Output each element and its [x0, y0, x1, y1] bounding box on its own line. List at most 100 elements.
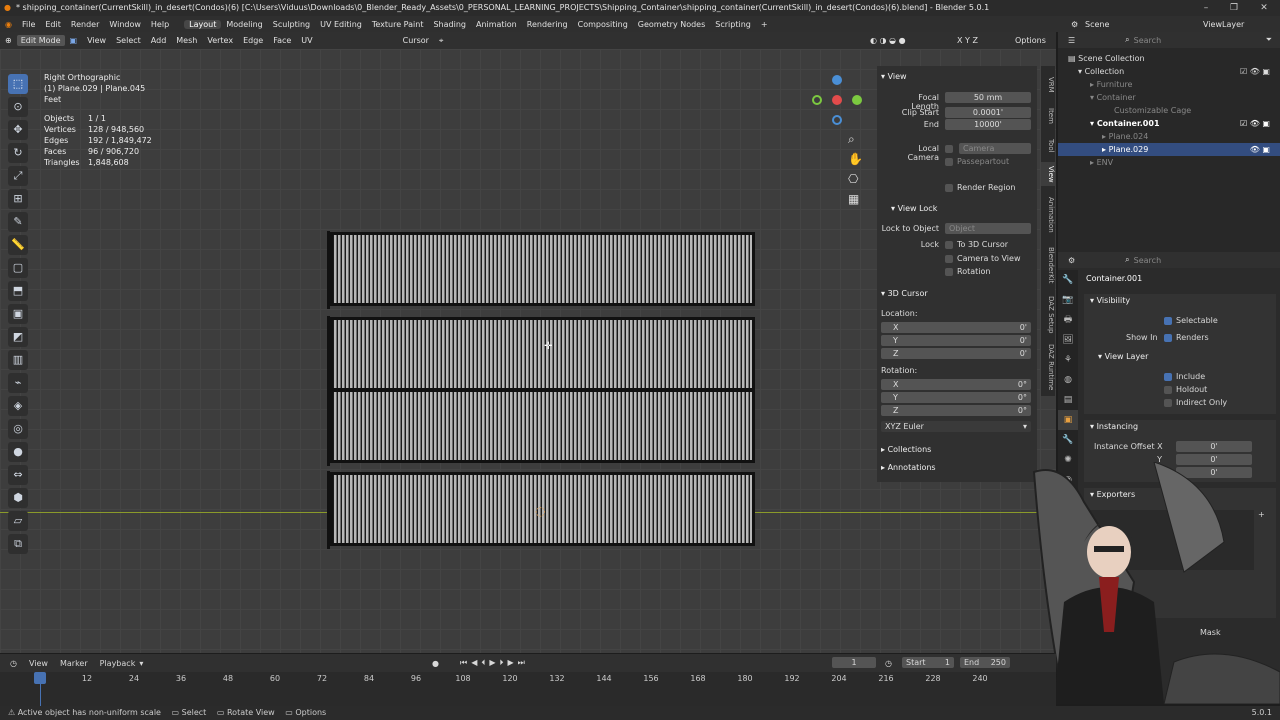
- container-row-2[interactable]: [327, 316, 755, 394]
- rip-icon[interactable]: ⧉: [8, 534, 28, 554]
- properties-search-input[interactable]: Search: [1134, 256, 1161, 265]
- container-row-3[interactable]: [327, 388, 755, 466]
- zoom-icon[interactable]: ⌕: [848, 129, 862, 149]
- object-tab-icon[interactable]: ▣: [1058, 410, 1078, 430]
- cursor-location-y[interactable]: Y 0': [881, 335, 1031, 346]
- tab-modeling[interactable]: Modeling: [221, 20, 267, 29]
- view-layer-tab-icon[interactable]: 🖼: [1058, 330, 1078, 350]
- instance-offset-x-field[interactable]: 0': [1176, 441, 1252, 452]
- gizmo-neg-y-icon[interactable]: [812, 95, 822, 105]
- lock-rotation-checkbox[interactable]: Rotation: [945, 267, 990, 276]
- tab-animation[interactable]: Animation: [1041, 192, 1055, 238]
- pan-hand-icon[interactable]: ✋: [848, 149, 863, 169]
- camera-field[interactable]: Camera: [959, 143, 1031, 154]
- move-icon[interactable]: ✥: [8, 120, 28, 140]
- timeline-marker-menu[interactable]: Marker: [60, 659, 88, 668]
- keyframe-record-icon[interactable]: ●: [432, 659, 439, 668]
- close-button[interactable]: ✕: [1250, 0, 1278, 16]
- outliner-row[interactable]: ▸ Plane.024: [1058, 130, 1280, 143]
- collection-tab-icon[interactable]: ▤: [1058, 390, 1078, 410]
- cursor-rotation-x[interactable]: X 0°: [881, 379, 1031, 390]
- tool-tab-icon[interactable]: 🔧: [1058, 270, 1078, 290]
- selectable-checkbox[interactable]: Selectable: [1164, 316, 1218, 325]
- outliner-row-selected[interactable]: ▸ Plane.029 👁 ▣: [1058, 143, 1280, 156]
- outliner-search-input[interactable]: Search: [1134, 36, 1161, 45]
- gizmo-y-icon[interactable]: [852, 95, 862, 105]
- measure-icon[interactable]: 📏: [8, 235, 28, 255]
- lock-object-field[interactable]: Object: [945, 223, 1031, 234]
- spin-icon[interactable]: ◎: [8, 419, 28, 439]
- visibility-eye-icon[interactable]: ☑ 👁 ▣: [1240, 117, 1270, 130]
- cursor-rotation-y[interactable]: Y 0°: [881, 392, 1031, 403]
- tab-rendering[interactable]: Rendering: [522, 20, 573, 29]
- mode-selector[interactable]: Edit Mode: [16, 35, 65, 46]
- gizmo-z-icon[interactable]: [832, 75, 842, 85]
- menu-uv[interactable]: UV: [296, 36, 317, 45]
- outliner-row[interactable]: ▾ Container.001 ☑ 👁 ▣: [1058, 117, 1280, 130]
- camera-to-view-checkbox[interactable]: Camera to View: [945, 254, 1021, 263]
- options-menu[interactable]: Options: [1010, 36, 1051, 45]
- tab-layout[interactable]: Layout: [184, 19, 222, 29]
- render-tab-icon[interactable]: 📷: [1058, 290, 1078, 310]
- playhead[interactable]: [34, 672, 46, 684]
- playback-controls[interactable]: ⏮◀⏴▶⏵▶⏭: [460, 658, 529, 668]
- timeline-playback-menu[interactable]: Playback: [100, 659, 136, 668]
- menu-view[interactable]: View: [82, 36, 111, 45]
- menu-add[interactable]: Add: [146, 36, 172, 45]
- menu-window[interactable]: Window: [104, 20, 146, 29]
- select-box-icon[interactable]: ⬚: [8, 74, 28, 94]
- blender-menu-icon[interactable]: ◉: [0, 20, 17, 29]
- timeline-editor-icon[interactable]: ◷: [10, 659, 17, 668]
- outliner-row[interactable]: ▸ ENV: [1058, 156, 1280, 169]
- tab-tool[interactable]: Tool: [1041, 134, 1055, 158]
- ortho-grid-icon[interactable]: ▦: [848, 189, 862, 209]
- navigation-gizmo[interactable]: [810, 73, 864, 127]
- extrude-icon[interactable]: ⬒: [8, 281, 28, 301]
- cursor-location-z[interactable]: Z 0': [881, 348, 1031, 359]
- view-layer-header[interactable]: ▾ View Layer: [1098, 352, 1148, 361]
- tab-view[interactable]: View: [1041, 162, 1055, 186]
- frame-end-field[interactable]: End 250: [960, 657, 1010, 668]
- indirect-only-checkbox[interactable]: Indirect Only: [1164, 398, 1227, 407]
- lock-to-3d-cursor-checkbox[interactable]: To 3D Cursor: [945, 240, 1008, 249]
- scene-selector[interactable]: Scene: [1080, 20, 1114, 29]
- editor-type-icon[interactable]: ⊕: [0, 36, 17, 45]
- tab-sculpting[interactable]: Sculpting: [268, 20, 315, 29]
- annotations-header[interactable]: ▸ Annotations: [881, 463, 936, 472]
- renders-checkbox[interactable]: Renders: [1164, 333, 1209, 342]
- tab-vrm[interactable]: VRM: [1041, 72, 1055, 98]
- properties-editor-icon[interactable]: ⚙: [1068, 256, 1075, 265]
- snap-icon[interactable]: ⌖: [434, 36, 449, 46]
- include-checkbox[interactable]: Include: [1164, 372, 1205, 381]
- camera-view-icon[interactable]: ⎔: [848, 169, 862, 189]
- view-lock-header[interactable]: ▾ View Lock: [891, 204, 937, 213]
- shrink-fatten-icon[interactable]: ⬢: [8, 488, 28, 508]
- outliner-editor-icon[interactable]: ☰: [1068, 36, 1075, 45]
- menu-face[interactable]: Face: [268, 36, 296, 45]
- poly-build-icon[interactable]: ◈: [8, 396, 28, 416]
- edge-slide-icon[interactable]: ⇔: [8, 465, 28, 485]
- focal-length-field[interactable]: 50 mm: [945, 92, 1031, 103]
- tab-daz-runtime[interactable]: DAZ Runtime: [1041, 342, 1055, 392]
- gizmo-neg-z-icon[interactable]: [832, 115, 842, 125]
- visibility-header[interactable]: ▾ Visibility: [1090, 296, 1130, 305]
- outliner-row[interactable]: Customizable Cage: [1058, 104, 1280, 117]
- clip-start-field[interactable]: 0.0001': [945, 107, 1031, 118]
- menu-edit[interactable]: Edit: [40, 20, 66, 29]
- loop-cut-icon[interactable]: ▥: [8, 350, 28, 370]
- inset-icon[interactable]: ▣: [8, 304, 28, 324]
- gizmo-x-icon[interactable]: [832, 95, 842, 105]
- tab-item[interactable]: Item: [1041, 104, 1055, 128]
- modifier-tab-icon[interactable]: 🔧: [1058, 430, 1078, 450]
- 3d-cursor-header[interactable]: ▾ 3D Cursor: [881, 289, 928, 298]
- menu-mesh[interactable]: Mesh: [171, 36, 202, 45]
- cursor-rotation-z[interactable]: Z 0°: [881, 405, 1031, 416]
- annotate-icon[interactable]: ✎: [8, 212, 28, 232]
- timeline-area[interactable]: 1122436486072849610812013214415616818019…: [0, 672, 1056, 706]
- add-cube-icon[interactable]: ▢: [8, 258, 28, 278]
- scene-tab-icon[interactable]: ⚘: [1058, 350, 1078, 370]
- bevel-icon[interactable]: ◩: [8, 327, 28, 347]
- render-region-checkbox[interactable]: Render Region: [945, 183, 1015, 192]
- output-tab-icon[interactable]: 🖶: [1058, 310, 1078, 330]
- select-mode-vertex-icon[interactable]: ▣: [65, 36, 83, 45]
